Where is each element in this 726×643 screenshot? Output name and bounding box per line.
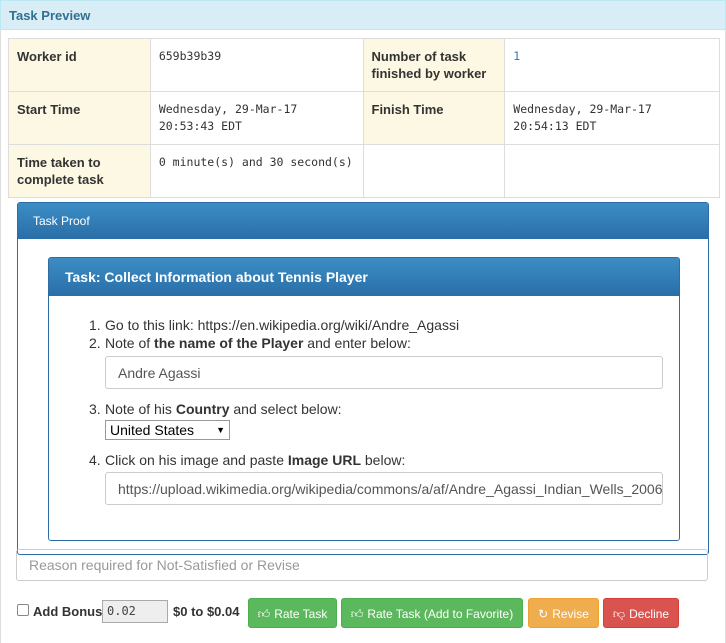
num-tasks-value[interactable]: 1 (504, 38, 720, 92)
worker-id-label: Worker id (8, 38, 151, 92)
table-row: Start Time Wednesday, 29-Mar-17 20:53:43… (8, 91, 720, 145)
task-proof-title: Task Proof (18, 203, 708, 239)
rate-task-button[interactable]: 👍︎ Rate Task (248, 598, 337, 628)
duration-value: 0 minute(s) and 30 second(s) (149, 144, 364, 198)
bonus-range: $0 to $0.04 (173, 604, 240, 619)
revise-button[interactable]: ↻ Revise (528, 598, 599, 628)
thumbs-up-icon: 👍︎ (350, 607, 364, 621)
step-3-text: Note of his Country and select below: (105, 401, 342, 417)
player-name-input[interactable]: Andre Agassi (105, 356, 663, 389)
decline-button[interactable]: 👎︎ Decline (603, 598, 679, 628)
task-info-table: Worker id 659b39b39 Number of task finis… (8, 38, 720, 198)
task-title: Task: Collect Information about Tennis P… (49, 258, 679, 296)
finish-time-label: Finish Time (362, 91, 506, 145)
thumbs-up-icon: 👍︎ (257, 607, 271, 621)
empty-cell (504, 144, 720, 198)
country-select[interactable]: United States ▼ (105, 420, 230, 440)
review-actions: Add Bonus 0.02 $0 to $0.04 👍︎ Rate Task 👍… (0, 598, 726, 630)
step-2-text: Note of the name of the Player and enter… (105, 335, 411, 351)
start-time-value: Wednesday, 29-Mar-17 20:53:43 EDT (149, 91, 364, 145)
bonus-amount-input[interactable]: 0.02 (102, 600, 168, 623)
add-bonus-label: Add Bonus (33, 604, 103, 619)
num-tasks-label: Number of task finished by worker (362, 38, 506, 92)
table-row: Worker id 659b39b39 Number of task finis… (8, 38, 720, 92)
rate-task-favorite-button[interactable]: 👍︎ Rate Task (Add to Favorite) (341, 598, 523, 628)
table-row: Time taken to complete task 0 minute(s) … (8, 144, 720, 198)
reason-textarea[interactable]: Reason required for Not-Satisfied or Rev… (16, 549, 708, 581)
thumbs-down-icon: 👎︎ (612, 607, 626, 621)
finish-time-value: Wednesday, 29-Mar-17 20:54:13 EDT (504, 91, 720, 145)
task-proof-panel: Task Proof Task: Collect Information abo… (17, 202, 709, 555)
worker-id-value: 659b39b39 (149, 38, 364, 92)
step-4-text: Click on his image and paste Image URL b… (105, 452, 406, 468)
refresh-icon: ↻ (538, 607, 549, 621)
duration-label: Time taken to complete task (8, 144, 151, 198)
image-url-input[interactable]: https://upload.wikimedia.org/wikipedia/c… (105, 472, 663, 505)
start-time-label: Start Time (8, 91, 151, 145)
empty-cell (362, 144, 506, 198)
chevron-down-icon: ▼ (216, 425, 225, 435)
panel-title: Task Preview (0, 0, 726, 30)
step-1-text: Go to this link: https://en.wikipedia.or… (105, 317, 460, 333)
task-panel: Task: Collect Information about Tennis P… (48, 257, 680, 541)
add-bonus-checkbox[interactable] (17, 604, 29, 616)
